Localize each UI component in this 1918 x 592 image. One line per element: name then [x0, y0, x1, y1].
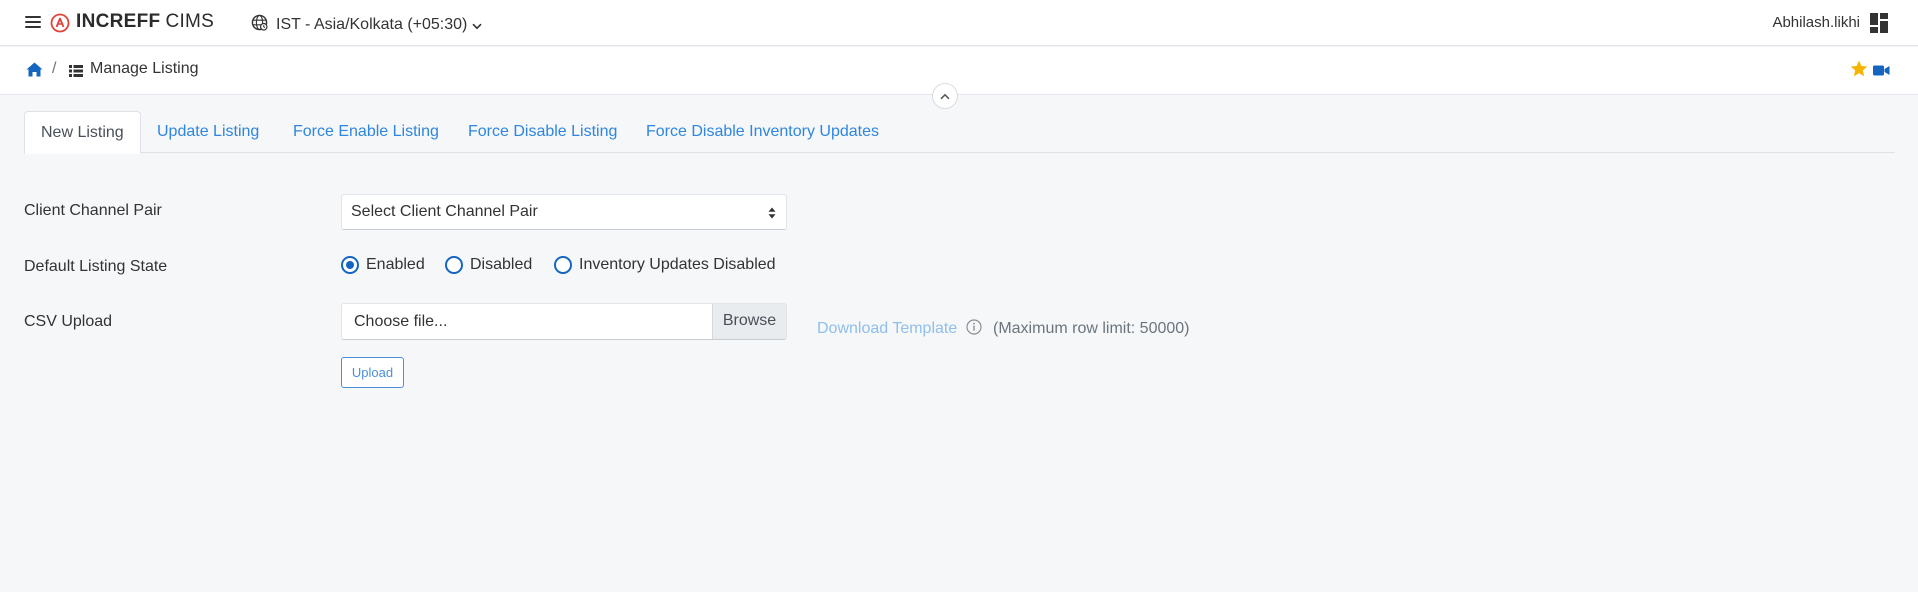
radio-inventory-updates-disabled-label: Inventory Updates Disabled [579, 256, 776, 273]
top-navbar: INCREFF CIMS IST - Asia/Kolkata (+05:30) … [0, 0, 1918, 46]
radio-enabled[interactable]: Enabled [341, 256, 425, 274]
browse-button[interactable]: Browse [712, 304, 786, 339]
client-channel-pair-value: Select Client Channel Pair [351, 203, 538, 220]
timezone-label: IST - Asia/Kolkata (+05:30) [276, 16, 468, 33]
radio-unchecked-icon [445, 256, 463, 274]
csv-upload-label: CSV Upload [24, 313, 113, 330]
default-listing-state-label: Default Listing State [24, 258, 168, 275]
brand-name: INCREFF CIMS [76, 11, 214, 33]
upload-button[interactable]: Upload [341, 357, 404, 388]
info-icon[interactable] [966, 319, 982, 340]
radio-disabled-label: Disabled [470, 256, 533, 273]
tab-force-disable-inventory-updates[interactable]: Force Disable Inventory Updates [646, 111, 879, 153]
tab-force-disable-listing[interactable]: Force Disable Listing [468, 111, 617, 153]
user-name[interactable]: Abhilash.likhi [1772, 14, 1860, 31]
radio-enabled-label: Enabled [366, 256, 425, 273]
file-placeholder: Choose file... [354, 313, 448, 330]
tab-update-listing[interactable]: Update Listing [157, 111, 259, 153]
chevron-down-icon [472, 17, 482, 35]
breadcrumb: / Manage Listing [0, 47, 1918, 95]
list-icon [69, 64, 83, 82]
client-channel-pair-select[interactable]: Select Client Channel Pair [341, 194, 787, 230]
brand-bold: INCREFF [76, 11, 161, 32]
tab-force-enable-listing[interactable]: Force Enable Listing [293, 111, 439, 153]
radio-unchecked-icon [554, 256, 572, 274]
timezone-selector[interactable]: IST - Asia/Kolkata (+05:30) [251, 14, 482, 36]
radio-disabled[interactable]: Disabled [445, 256, 532, 274]
download-template-link[interactable]: Download Template [817, 320, 957, 338]
sort-caret-icon [768, 206, 776, 224]
star-icon[interactable] [1850, 60, 1868, 82]
dashboard-grid-icon[interactable] [1870, 13, 1890, 38]
increff-logo-icon [50, 13, 70, 38]
tab-new-listing[interactable]: New Listing [24, 111, 141, 154]
collapse-header-button[interactable] [932, 83, 958, 109]
hamburger-menu-icon[interactable] [25, 16, 41, 29]
chevron-up-icon [940, 87, 950, 105]
video-camera-icon[interactable] [1873, 63, 1890, 81]
page-title: Manage Listing [90, 60, 199, 77]
csv-file-input[interactable]: Choose file... Browse [341, 303, 787, 340]
breadcrumb-separator: / [52, 60, 57, 77]
client-channel-pair-label: Client Channel Pair [24, 202, 162, 219]
radio-checked-icon [341, 256, 359, 274]
home-icon[interactable] [26, 62, 43, 82]
row-limit-text: (Maximum row limit: 50000) [993, 320, 1190, 337]
listing-tabs: New Listing Update Listing Force Enable … [24, 111, 1895, 154]
radio-inventory-updates-disabled[interactable]: Inventory Updates Disabled [554, 256, 776, 274]
globe-icon [251, 14, 268, 36]
brand-light: CIMS [165, 11, 215, 32]
